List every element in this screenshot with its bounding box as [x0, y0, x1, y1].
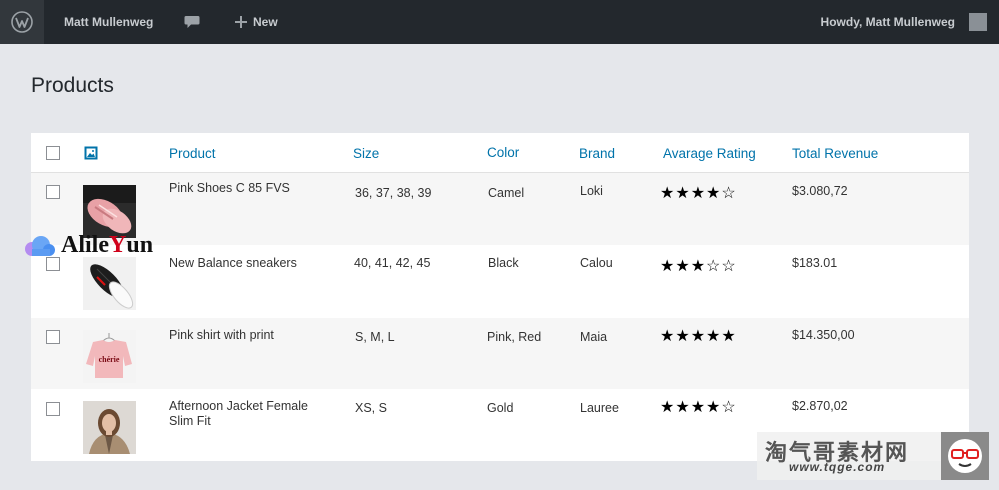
plus-icon	[235, 16, 247, 28]
column-header-revenue[interactable]: Total Revenue	[792, 146, 878, 161]
new-content-button[interactable]: New	[235, 0, 278, 44]
product-brand: Calou	[580, 256, 613, 270]
rating-stars: ★★★★☆	[660, 399, 737, 416]
comment-icon	[184, 16, 200, 28]
product-revenue: $14.350,00	[792, 328, 855, 342]
product-color: Black	[488, 256, 519, 270]
product-size: 36, 37, 38, 39	[355, 186, 432, 200]
column-header-rating[interactable]: Avarage Rating	[663, 146, 756, 161]
product-revenue: $3.080,72	[792, 184, 848, 198]
row-checkbox[interactable]	[46, 185, 60, 199]
product-name[interactable]: Pink Shoes C 85 FVS	[169, 181, 290, 196]
product-color: Gold	[487, 401, 514, 415]
product-color: Camel	[488, 186, 525, 200]
product-revenue: $183.01	[792, 256, 838, 270]
product-brand: Lauree	[580, 401, 619, 415]
product-name[interactable]: New Balance sneakers	[169, 256, 297, 271]
howdy-label: Howdy, Matt Mullenweg	[820, 15, 955, 29]
row-checkbox[interactable]	[46, 402, 60, 416]
rating-stars: ★★★☆☆	[660, 258, 737, 275]
product-name[interactable]: Afternoon Jacket Female Slim Fit	[169, 399, 329, 429]
image-column-icon[interactable]	[84, 146, 98, 165]
account-menu[interactable]: Howdy, Matt Mullenweg	[821, 0, 955, 44]
row-checkbox[interactable]	[46, 330, 60, 344]
admin-bar: Matt Mullenweg New Howdy, Matt Mullenweg	[0, 0, 999, 44]
comments-link[interactable]	[184, 0, 200, 44]
table-row[interactable]: Pink Shoes C 85 FVS 36, 37, 38, 39 Camel…	[31, 173, 969, 245]
wordpress-logo-icon[interactable]	[0, 0, 44, 44]
rating-stars: ★★★★★	[660, 328, 737, 345]
page-title: Products	[31, 74, 114, 97]
avatar[interactable]	[969, 13, 987, 31]
product-thumbnail	[83, 185, 136, 238]
shirt-print-text: chérie	[99, 355, 120, 364]
column-header-product[interactable]: Product	[169, 146, 216, 161]
table-row[interactable]: chérie Pink shirt with print S, M, L Pin…	[31, 318, 969, 389]
product-brand: Loki	[580, 184, 603, 198]
rating-stars: ★★★★☆	[660, 185, 737, 202]
product-size: XS, S	[355, 401, 387, 415]
product-size: S, M, L	[355, 330, 395, 344]
column-header-color[interactable]: Color	[487, 145, 519, 160]
product-revenue: $2.870,02	[792, 399, 848, 413]
table-row[interactable]: New Balance sneakers 40, 41, 42, 45 Blac…	[31, 245, 969, 318]
new-label: New	[253, 15, 278, 29]
products-table: Product Size Color Brand Avarage Rating …	[31, 133, 969, 461]
cloud-icon	[25, 235, 55, 256]
product-brand: Maia	[580, 330, 608, 344]
alileyun-watermark: AlileYun	[23, 232, 153, 259]
tqge-url: www.tqge.com	[789, 460, 886, 474]
product-name[interactable]: Pink shirt with print	[169, 328, 274, 343]
column-header-brand[interactable]: Brand	[579, 146, 615, 161]
table-header-row: Product Size Color Brand Avarage Rating …	[31, 133, 969, 173]
product-thumbnail	[83, 401, 136, 454]
row-checkbox[interactable]	[46, 257, 60, 271]
glasses-face-icon	[941, 432, 989, 480]
column-header-size[interactable]: Size	[353, 146, 379, 161]
product-thumbnail: chérie	[83, 330, 136, 383]
product-size: 40, 41, 42, 45	[354, 256, 431, 270]
product-color: Pink, Red	[487, 330, 542, 344]
site-name-link[interactable]: Matt Mullenweg	[64, 0, 153, 44]
product-thumbnail	[83, 257, 136, 310]
tqge-watermark: 淘气哥素材网 www.tqge.com	[757, 432, 989, 480]
site-name-label: Matt Mullenweg	[64, 15, 154, 29]
alileyun-wordmark: AlileYun	[61, 232, 154, 258]
select-all-checkbox[interactable]	[46, 146, 60, 160]
